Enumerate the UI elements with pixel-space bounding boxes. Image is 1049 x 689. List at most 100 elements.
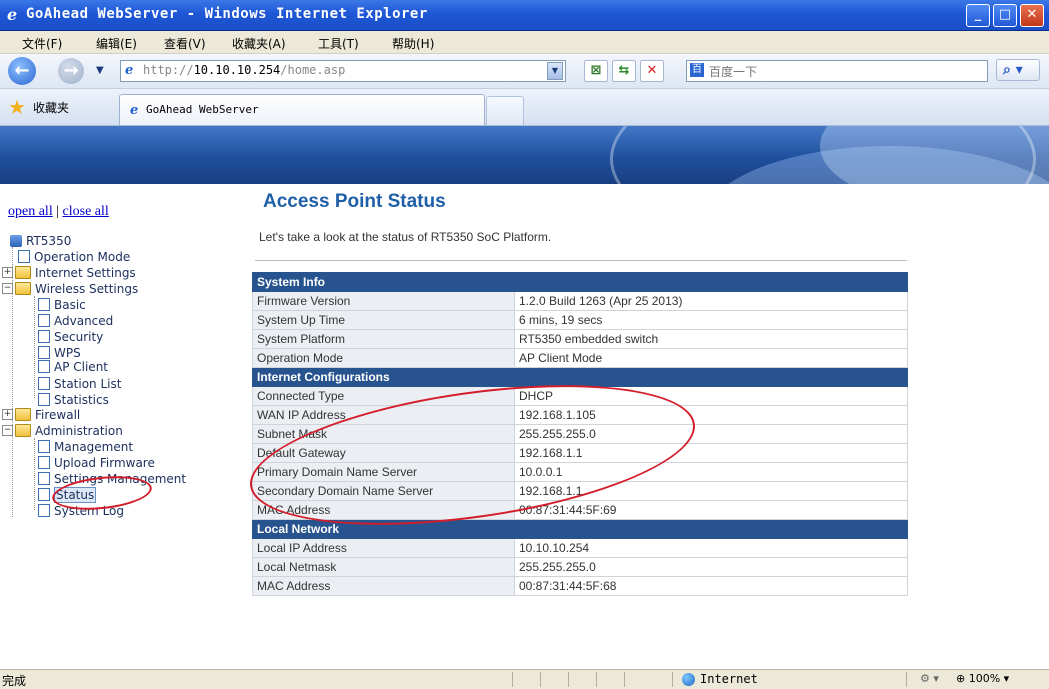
field-label: MAC Address: [252, 576, 515, 596]
zoom-level: 100%: [968, 672, 1001, 685]
address-dropdown-icon[interactable]: ▼: [547, 62, 563, 80]
protected-mode-icon[interactable]: ⚙ ▾: [920, 672, 939, 685]
tree-item-label: Wireless Settings: [35, 282, 139, 296]
ie-logo-icon: e: [7, 5, 18, 24]
field-label: Operation Mode: [252, 348, 515, 368]
zoom-control[interactable]: ⊕ 100% ▾: [956, 672, 1009, 685]
status-separator: [568, 672, 569, 687]
menu-view[interactable]: 查看(V): [164, 35, 206, 52]
menu-tools[interactable]: 工具(T): [318, 35, 359, 52]
field-value: 10.10.10.254: [514, 538, 908, 558]
compatibility-icon[interactable]: ⊠: [584, 60, 608, 82]
favorites-star-icon[interactable]: ★: [8, 97, 26, 117]
page-icon: [38, 298, 50, 311]
field-value: 1.2.0 Build 1263 (Apr 25 2013): [514, 291, 908, 311]
tree-item-advanced[interactable]: Advanced: [38, 313, 113, 329]
tree-item-upload-firmware[interactable]: Upload Firmware: [38, 455, 155, 471]
tree-item-label: WPS: [54, 346, 81, 360]
search-input[interactable]: 百 百度一下: [686, 60, 988, 82]
collapse-icon[interactable]: −: [2, 283, 13, 294]
field-label: System Platform: [252, 329, 515, 349]
tree-item-label: Internet Settings: [35, 266, 136, 280]
status-separator: [672, 672, 673, 687]
expand-icon[interactable]: +: [2, 267, 13, 278]
tree-item-ap-client[interactable]: AP Client: [38, 359, 108, 375]
new-tab-button[interactable]: [486, 96, 524, 125]
address-toolbar: ← → ▼ e http://10.10.10.254/home.asp ▼ ⊠…: [0, 54, 1049, 89]
divider: [255, 260, 907, 261]
zone-label: Internet: [700, 672, 758, 686]
router-icon: [10, 234, 22, 247]
section-header: System Info: [252, 272, 908, 292]
address-field[interactable]: e http://10.10.10.254/home.asp ▼: [120, 60, 566, 82]
close-button[interactable]: ✕: [1020, 4, 1044, 27]
tree-item-operation-mode[interactable]: Operation Mode: [18, 249, 130, 265]
tree-item-station-list[interactable]: Station List: [38, 376, 121, 392]
page-icon: [38, 488, 50, 501]
favorites-label[interactable]: 收藏夹: [33, 99, 69, 116]
page-icon: e: [125, 63, 134, 78]
tree-item-administration[interactable]: − Administration: [2, 423, 123, 439]
globe-icon: [682, 673, 695, 686]
search-placeholder: 百度一下: [709, 65, 758, 79]
tree-root[interactable]: RT5350: [10, 233, 71, 249]
tree-item-basic[interactable]: Basic: [38, 297, 86, 313]
back-button[interactable]: ←: [8, 57, 36, 85]
status-text: 完成: [2, 674, 27, 688]
section-title: Internet Configurations: [252, 367, 908, 387]
menu-help[interactable]: 帮助(H): [392, 35, 434, 52]
browser-tab[interactable]: e GoAhead WebServer: [119, 94, 485, 125]
table-row: Local IP Address 10.10.10.254: [252, 538, 908, 558]
status-separator: [906, 672, 907, 687]
history-dropdown-icon[interactable]: ▼: [96, 65, 104, 76]
tree-item-label: Administration: [35, 424, 123, 438]
tree-item-statistics[interactable]: Statistics: [38, 392, 109, 408]
close-all-link[interactable]: close all: [63, 204, 109, 219]
tree-line: [34, 438, 35, 510]
refresh-icon[interactable]: ⇆: [612, 60, 636, 82]
tab-title: GoAhead WebServer: [146, 103, 259, 116]
tree-item-label: Station List: [54, 377, 122, 391]
window-title-bar[interactable]: e GoAhead WebServer - Windows Internet E…: [0, 0, 1049, 31]
baidu-logo-icon: 百: [690, 63, 704, 77]
table-row: MAC Address 00:87:31:44:5F:68: [252, 576, 908, 596]
security-zone[interactable]: Internet: [682, 672, 758, 686]
page-icon: [38, 360, 50, 373]
menu-favorites[interactable]: 收藏夹(A): [232, 35, 286, 52]
collapse-icon[interactable]: −: [2, 425, 13, 436]
tab-ie-icon: e: [130, 103, 139, 118]
folder-open-icon: [15, 282, 31, 295]
minimize-button[interactable]: _: [966, 4, 990, 27]
page-icon: [38, 504, 50, 517]
tree-item-wireless-settings[interactable]: − Wireless Settings: [2, 281, 138, 297]
tree-item-label: Advanced: [54, 314, 114, 328]
stop-icon[interactable]: ✕: [640, 60, 664, 82]
menu-file[interactable]: 文件(F): [22, 35, 62, 52]
expand-icon[interactable]: +: [2, 409, 13, 420]
tree-item-firewall[interactable]: + Firewall: [2, 407, 80, 423]
search-button[interactable]: ⌕ ▾: [996, 59, 1040, 81]
tree-item-label: Management: [54, 440, 134, 454]
tree-item-label: Security: [54, 330, 104, 344]
tree-item-security[interactable]: Security: [38, 329, 103, 345]
tree-item-internet-settings[interactable]: + Internet Settings: [2, 265, 136, 281]
section-header: Internet Configurations: [252, 367, 908, 387]
table-row: Firmware Version 1.2.0 Build 1263 (Apr 25…: [252, 291, 908, 311]
section-title: System Info: [252, 272, 908, 292]
table-row: System Platform RT5350 embedded switch: [252, 329, 908, 349]
forward-button[interactable]: →: [58, 58, 84, 84]
field-value: 255.255.255.0: [514, 557, 908, 577]
page-icon: [38, 314, 50, 327]
open-all-link[interactable]: open all: [8, 204, 53, 219]
menu-edit[interactable]: 编辑(E): [96, 35, 137, 52]
field-value: 00:87:31:44:5F:68: [514, 576, 908, 596]
tree-item-management[interactable]: Management: [38, 439, 133, 455]
page-icon: [38, 472, 50, 485]
field-label: System Up Time: [252, 310, 515, 330]
tree-item-label: Upload Firmware: [54, 456, 155, 470]
page-icon: [38, 440, 50, 453]
maximize-button[interactable]: □: [993, 4, 1017, 27]
menu-bar: 文件(F) 编辑(E) 查看(V) 收藏夹(A) 工具(T) 帮助(H): [0, 31, 1049, 54]
tree-root-label: RT5350: [26, 234, 72, 248]
page-description: Let's take a look at the status of RT535…: [259, 230, 552, 244]
